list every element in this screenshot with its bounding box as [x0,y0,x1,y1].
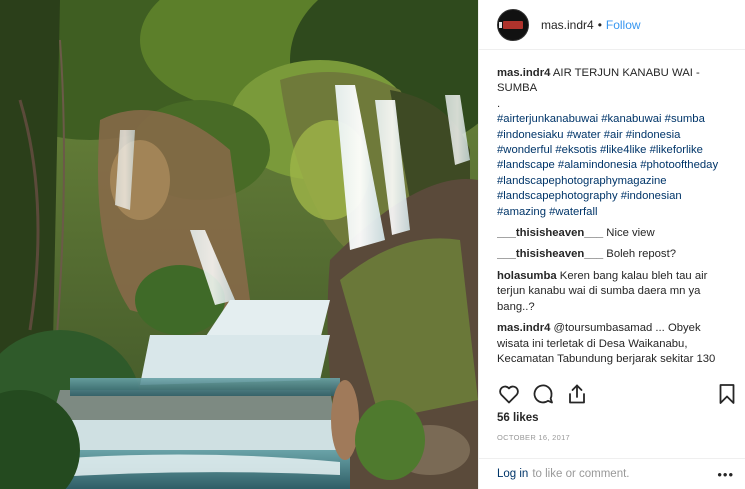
post-caption: mas.indr4 AIR TERJUN KANABU WAI - SUMBA … [497,66,729,220]
caption-username[interactable]: mas.indr4 [497,67,550,79]
comment-username[interactable]: mas.indr4 [497,322,550,334]
comment-item: ___thisisheaven___ Boleh repost? [497,247,729,262]
waterfall-image [0,0,478,489]
bookmark-icon[interactable] [715,382,739,406]
comment-icon[interactable] [531,382,555,406]
comment-text: Boleh repost? [606,248,676,261]
action-bar [493,382,743,408]
post-sidebar: mas.indr4 • Follow mas.indr4 AIR TERJUN … [478,0,745,489]
caption-hashtags[interactable]: #airterjunkanabuwai #kanabuwai #sumba #i… [497,113,718,217]
follow-button[interactable]: Follow [606,18,641,32]
comment-text: Nice view [606,227,655,240]
comments-list[interactable]: mas.indr4 AIR TERJUN KANABU WAI - SUMBA … [497,66,729,378]
post-username[interactable]: mas.indr4 [541,18,594,32]
comment-item: mas.indr4 @toursumbasamad ... Obyek wisa… [497,321,729,367]
login-footer: Log in to like or comment. ••• [479,458,745,489]
comment-username[interactable]: holasumba [497,270,557,282]
avatar[interactable] [497,8,529,41]
comment-username[interactable]: ___thisisheaven___ [497,227,603,239]
avatar-logo-icon [499,20,523,29]
login-link[interactable]: Log in [497,468,528,480]
login-prompt-text: to like or comment. [532,468,630,480]
comment-item: holasumba Keren bang kalau bleh tau air … [497,269,729,315]
post-header: mas.indr4 • Follow [479,0,745,50]
likes-count[interactable]: 56 likes [497,412,539,424]
comment-username[interactable]: ___thisisheaven___ [497,248,603,260]
more-options-icon[interactable]: ••• [717,467,734,482]
caption-dot: . [497,97,501,110]
comment-item: ___thisisheaven___ Nice view [497,226,729,241]
heart-icon[interactable] [497,382,521,406]
share-icon[interactable] [565,382,589,406]
post-photo[interactable] [0,0,478,489]
header-separator: • [597,17,602,32]
post-date: OCTOBER 16, 2017 [497,433,571,442]
